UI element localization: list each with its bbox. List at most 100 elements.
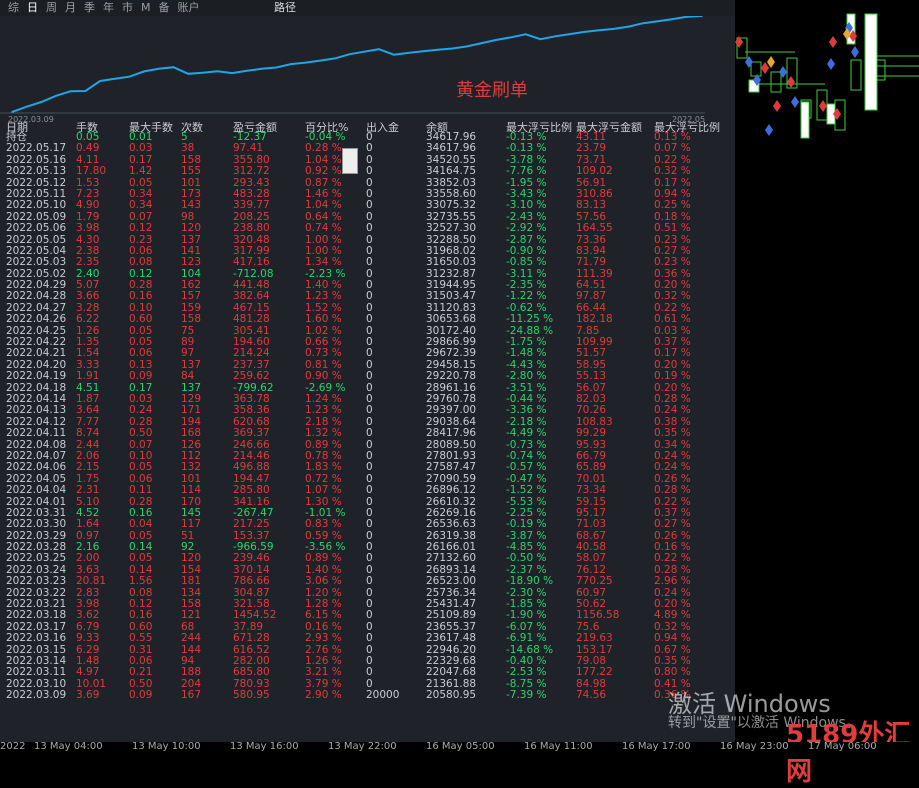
equity-point [510,36,512,39]
cell-max-lots: 0.50 [129,427,153,440]
table-row[interactable]: 2022.05.03 2.35 0.08 123 417.16 1.34 % 0 31650.… [0,256,735,269]
equity-point [451,47,454,50]
period-tab-0[interactable]: 综 [8,0,19,16]
cell-dd-ratio: 0.35 % [654,427,691,440]
cell-inout: 0 [366,222,373,235]
table-row[interactable]: 2022.03.09 3.69 0.09 167 580.95 2.90 % 20000 20… [0,689,735,702]
period-tab-8[interactable]: 备 [159,0,170,16]
candlestick-chart [735,0,919,742]
equity-point [114,78,116,80]
table-row[interactable]: 2022.03.30 1.64 0.04 117 217.25 0.83 % 0 26536.… [0,518,735,531]
equity-point [627,25,630,28]
table-row[interactable]: 2022.04.11 8.74 0.50 168 369.37 1.32 % 0 28417.… [0,427,735,440]
table-row[interactable]: 2022.04.06 2.15 0.05 132 496.88 1.83 % 0 27587.… [0,461,735,473]
table-row[interactable]: 2022.04.04 2.31 0.11 114 285.80 1.07 % 0 26896.… [0,484,735,497]
cell-inout: 0 [366,575,373,588]
chart-annotation: 黄金刷单 [456,80,528,101]
cell-pct: 0.74 % [305,222,342,235]
period-tab-2[interactable]: 周 [46,0,57,16]
equity-point [69,90,72,92]
period-tab-7[interactable]: M [141,0,151,16]
row-date: 2022.04.26 [6,313,67,326]
cell-dd-pct: -1.52 % [506,484,547,497]
cell-pnl: 259.62 [233,370,270,383]
equity-point [378,48,380,50]
time-axis-label: 16 May 05:00 [426,741,495,752]
table-row[interactable]: 2022.04.19 1.91 0.09 84 259.62 0.90 % 0 29220.7… [0,370,735,383]
cell-lots: 8.74 [76,427,100,440]
equity-point [466,45,468,48]
equity-point [128,75,131,78]
period-toolbar: 综日周月季年市 M 备账户 路径 [0,0,735,16]
cell-lots: 2.31 [76,484,100,497]
cell-max-lots: 1.42 [129,165,153,178]
cell-balance: 26896.12 [426,484,477,497]
cell-balance: 31650.03 [426,256,477,269]
equity-point [671,18,674,20]
cell-dd-ratio: 0.28 % [654,484,691,497]
cell-balance: 28417.96 [426,427,477,440]
period-tab-5[interactable]: 年 [103,0,114,16]
row-date: 2022.04.04 [6,484,67,497]
equity-point [246,70,248,72]
row-date: 2022.03.09 [6,689,67,702]
table-row[interactable]: 2022.04.26 6.22 0.60 158 481.28 1.60 % 0 30653.… [0,313,735,326]
cell-dd-pct: -0.85 % [506,256,547,269]
cell-dd-ratio: 2.96 % [654,575,691,588]
row-date: 2022.03.23 [6,575,67,588]
time-axis-label: 13 May 16:00 [230,741,299,752]
cell-count: 158 [181,313,202,326]
equity-point [172,66,175,68]
cell-dd-pct: -7.39 % [506,689,547,702]
cell-lots: 3.69 [76,689,100,702]
equity-point [569,33,571,35]
equity-point [11,111,13,113]
cell-lots: 20.81 [76,575,107,588]
path-button[interactable]: 路径 [274,0,296,16]
cell-balance: 26536.63 [426,518,477,531]
table-row[interactable]: 2022.05.06 3.98 0.12 120 238.80 0.74 % 0 32527.… [0,222,735,235]
equity-point [40,101,43,103]
cell-inout: 20000 [366,689,400,702]
time-axis-label: 13 May 22:00 [328,741,397,752]
cell-inout: 0 [366,518,373,531]
cell-dd-amt: 770.25 [576,575,613,588]
table-row[interactable]: 2022.05.13 17.80 1.42 155 312.72 0.92 % 0 34164… [0,165,735,178]
row-date: 2022.05.03 [6,256,67,269]
cell-max-lots: 0.12 [129,222,153,235]
cell-inout: 0 [366,313,373,326]
cell-inout: 0 [366,484,373,497]
cell-max-lots: 0.60 [129,313,153,326]
cell-dd-amt: 71.79 [576,256,607,269]
cell-dd-amt: 99.29 [576,427,607,440]
cell-pnl: 312.72 [233,165,270,178]
equity-point [202,72,204,74]
cell-lots: 17.80 [76,165,107,178]
row-date: 2022.03.16 [6,632,67,645]
period-tab-3[interactable]: 月 [65,0,76,16]
equity-point [319,59,322,62]
equity-point [598,29,600,32]
cell-max-lots: 0.04 [129,518,153,531]
cell-balance: 34164.75 [426,165,477,178]
time-axis-label: 16 May 17:00 [622,741,691,752]
equity-point [613,28,615,30]
period-tab-4[interactable]: 季 [84,0,95,16]
table-scroll-thumb[interactable] [342,148,358,174]
cell-dd-pct: -18.90 % [506,575,554,588]
row-date: 2022.04.19 [6,370,67,383]
table-row[interactable]: 2022.03.23 20.81 1.56 181 786.66 3.06 % 0 26523… [0,575,735,588]
cell-dd-pct: -4.49 % [506,427,547,440]
equity-point [407,52,410,54]
period-tab-6[interactable]: 市 [122,0,133,16]
equity-point [260,68,263,70]
period-tab-9[interactable]: 账户 [178,0,200,16]
cell-count: 181 [181,575,202,588]
table-row[interactable]: 2022.03.16 9.33 0.55 244 671.28 2.93 % 0 23617.… [0,632,735,645]
period-tab-1[interactable]: 日 [27,0,38,16]
cell-dd-amt: 164.55 [576,222,613,235]
equity-point [642,22,645,24]
equity-point [554,35,556,38]
cell-dd-amt: 73.34 [576,484,607,497]
row-date: 2022.05.13 [6,165,67,178]
